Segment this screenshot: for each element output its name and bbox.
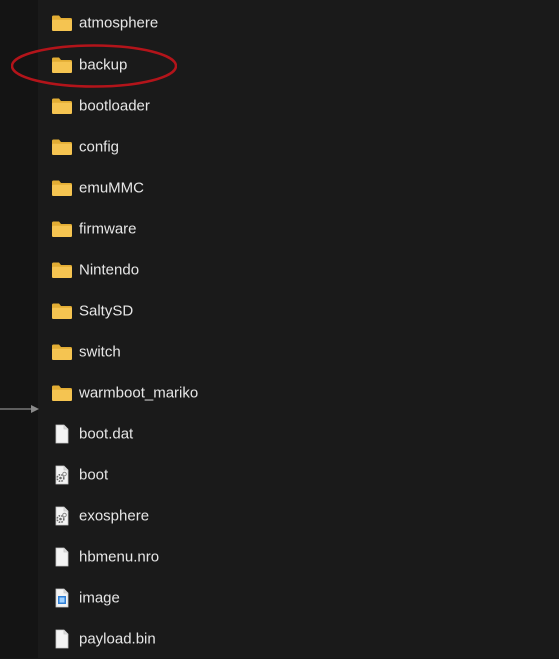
list-item-switch[interactable]: switch bbox=[38, 331, 559, 372]
item-label: SaltySD bbox=[79, 302, 134, 319]
list-item-hbmenu-nro[interactable]: hbmenu.nro bbox=[38, 536, 559, 577]
list-item-payload-bin[interactable]: payload.bin bbox=[38, 618, 559, 659]
item-label: payload.bin bbox=[79, 630, 156, 647]
gear-file-icon bbox=[51, 506, 73, 526]
item-label: exosphere bbox=[79, 507, 150, 524]
list-item-warmboot-mariko[interactable]: warmboot_mariko bbox=[38, 372, 559, 413]
left-gutter bbox=[0, 0, 38, 658]
list-item-atmosphere[interactable]: atmosphere bbox=[38, 2, 559, 43]
item-label: warmboot_mariko bbox=[79, 384, 199, 401]
item-label: switch bbox=[79, 343, 121, 360]
folder-icon bbox=[51, 13, 73, 33]
item-label: hbmenu.nro bbox=[79, 548, 160, 565]
list-item-boot-dat[interactable]: boot.dat bbox=[38, 413, 559, 454]
list-item-boot[interactable]: boot bbox=[38, 454, 559, 495]
list-item-config[interactable]: config bbox=[38, 126, 559, 167]
list-item-image[interactable]: image bbox=[38, 577, 559, 618]
folder-icon bbox=[51, 260, 73, 280]
list-item-bootloader[interactable]: bootloader bbox=[38, 85, 559, 126]
list-item-saltysd[interactable]: SaltySD bbox=[38, 290, 559, 331]
list-item-exosphere[interactable]: exosphere bbox=[38, 495, 559, 536]
arrow-icon bbox=[0, 405, 39, 413]
annotation-ellipse bbox=[11, 44, 177, 88]
file-icon bbox=[51, 547, 73, 567]
arrow-head bbox=[31, 405, 39, 413]
folder-icon bbox=[51, 178, 73, 198]
folder-icon bbox=[51, 219, 73, 239]
folder-icon bbox=[51, 342, 73, 362]
item-label: boot bbox=[79, 466, 109, 483]
folder-icon bbox=[51, 301, 73, 321]
item-label: image bbox=[79, 589, 120, 606]
item-label: atmosphere bbox=[79, 14, 159, 31]
item-label: bootloader bbox=[79, 97, 150, 114]
folder-icon bbox=[51, 383, 73, 403]
folder-icon bbox=[51, 137, 73, 157]
annotation-circle bbox=[11, 44, 177, 88]
item-label: config bbox=[79, 138, 120, 155]
file-icon bbox=[51, 629, 73, 649]
list-item-emummc[interactable]: emuMMC bbox=[38, 167, 559, 208]
item-label: firmware bbox=[79, 220, 137, 237]
gear-file-icon bbox=[51, 465, 73, 485]
list-item-nintendo[interactable]: Nintendo bbox=[38, 249, 559, 290]
image-file-icon bbox=[51, 588, 73, 608]
file-icon bbox=[51, 424, 73, 444]
item-label: boot.dat bbox=[79, 425, 134, 442]
list-item-firmware[interactable]: firmware bbox=[38, 208, 559, 249]
folder-icon bbox=[51, 96, 73, 116]
item-label: Nintendo bbox=[79, 261, 140, 278]
item-label: emuMMC bbox=[79, 179, 145, 196]
